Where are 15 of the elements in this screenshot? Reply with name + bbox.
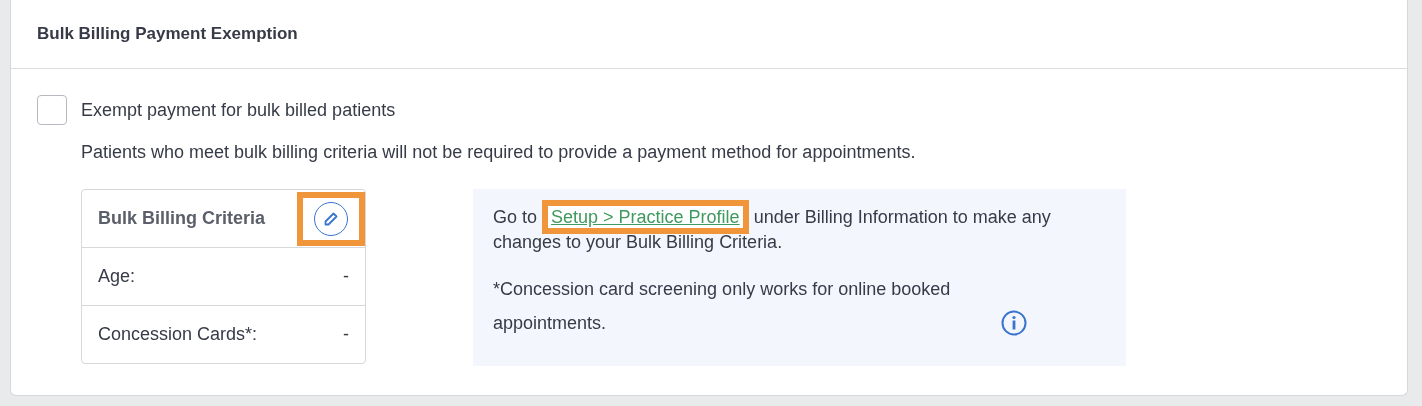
description-text: Patients who meet bulk billing criteria will not be required to provide a payment method for appointments.: [81, 142, 917, 163]
note-text: *Concession card screening only works for online booked appointments.: [493, 278, 952, 335]
table-title: Bulk Billing Criteria: [98, 208, 266, 229]
checkbox-label: Exempt payment for bulk billed patients: [81, 99, 396, 121]
info-text: Go to Setup > Practice Profile under Billing Information to make any changes to your Bulk Billing Criteria.: [493, 205, 1106, 255]
criteria-label: Age:: [98, 266, 136, 287]
info-icon[interactable]: [1001, 310, 1027, 336]
edit-button[interactable]: [314, 201, 348, 236]
checkbox[interactable]: [37, 95, 67, 125]
practice-profile-link[interactable]: Setup > Practice Profile: [548, 207, 743, 227]
pencil-icon: [323, 210, 339, 227]
criteria-value: -: [343, 324, 349, 345]
criteria-value: -: [343, 266, 349, 287]
card-title: Bulk Billing Payment Exemption: [37, 24, 298, 44]
criteria-label: Concession Cards*:: [98, 324, 258, 345]
